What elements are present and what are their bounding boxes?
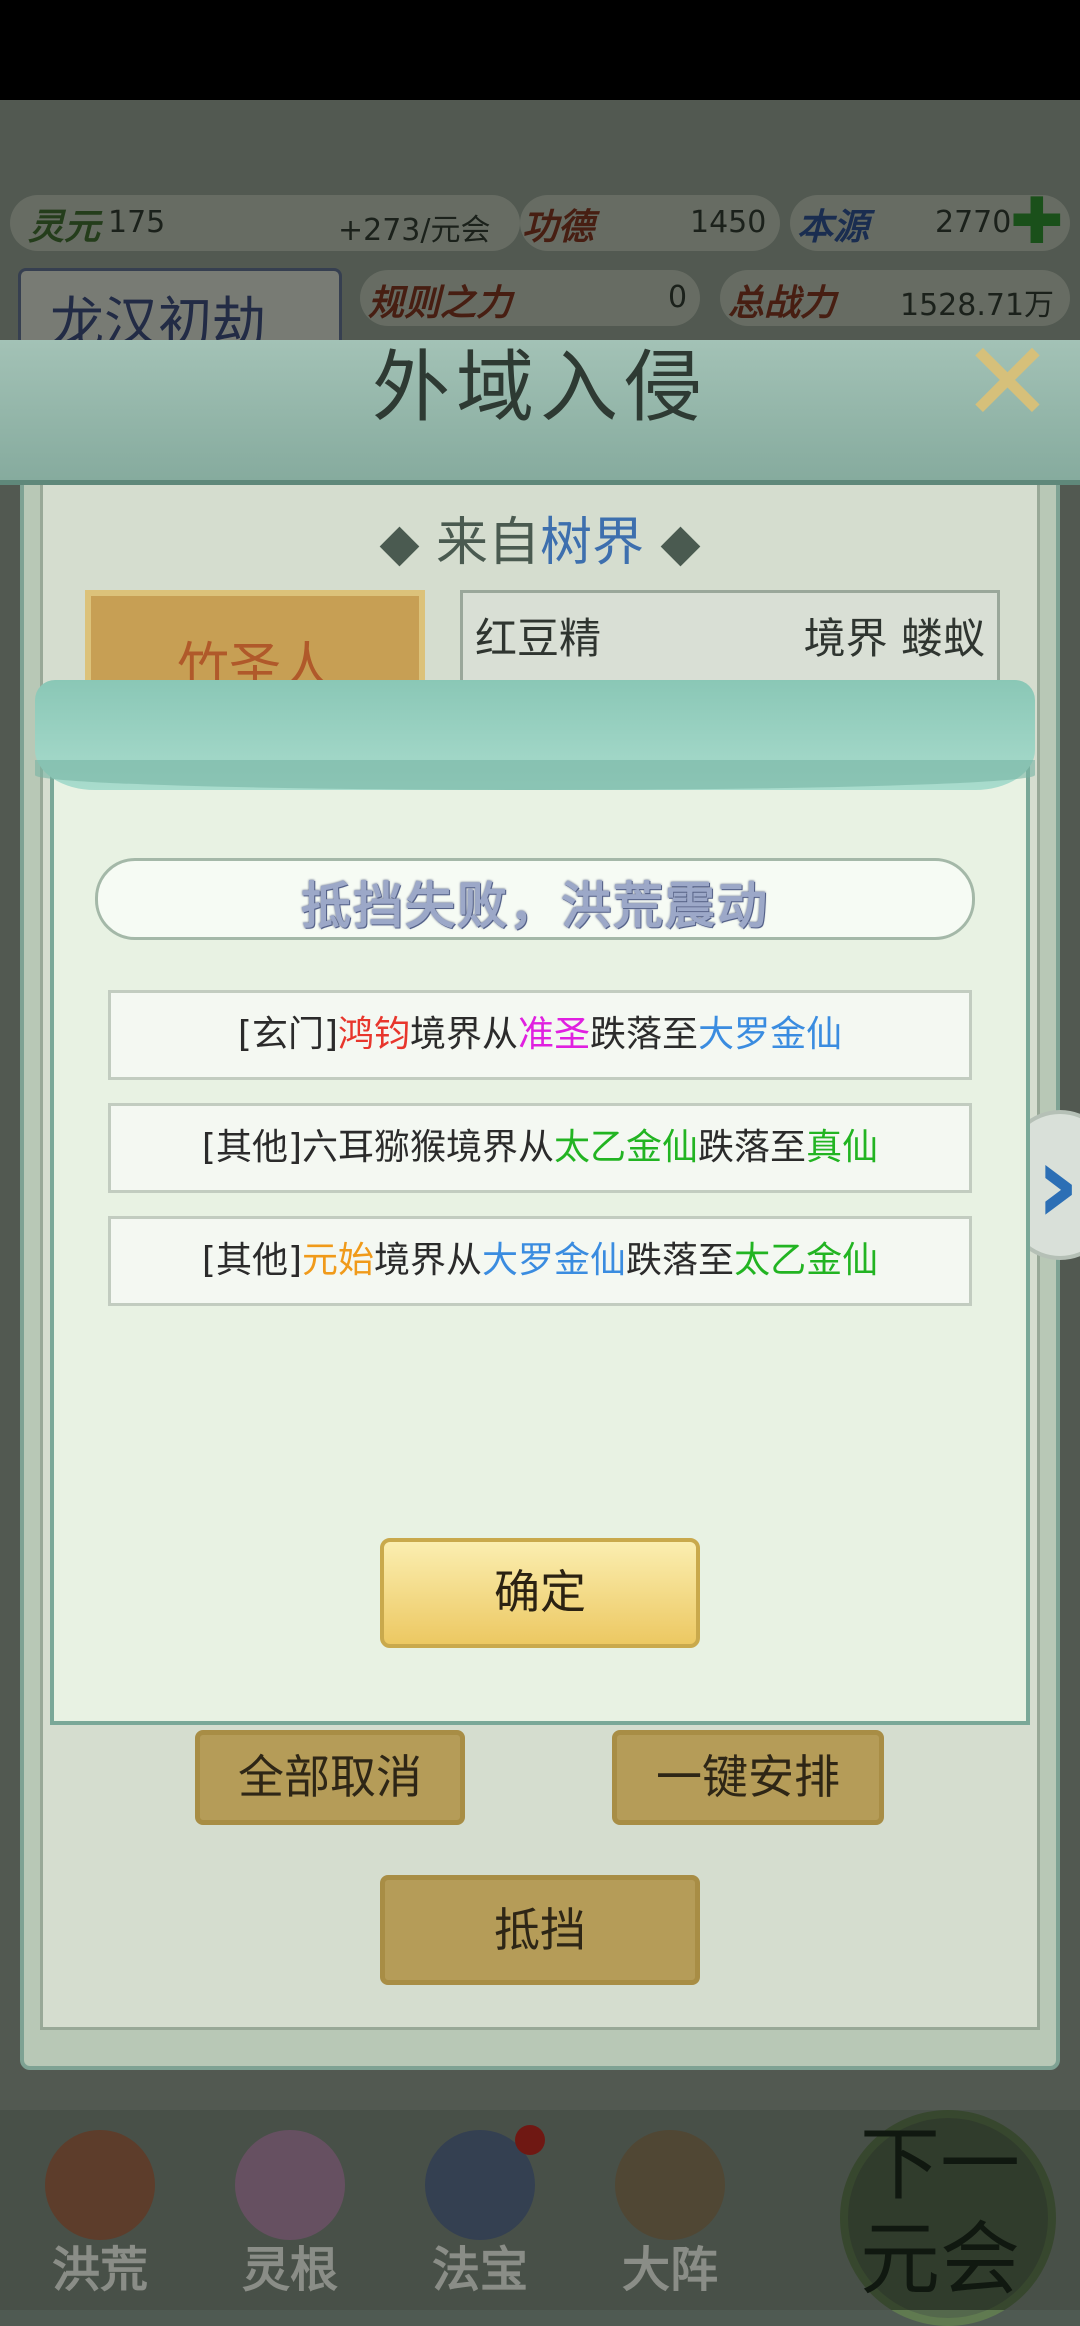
- result-entry: [玄门]鸿钧境界从准圣跌落至大罗金仙: [108, 990, 972, 1080]
- entry-mid: 境界从: [446, 1127, 555, 1168]
- entry-tag: [其他]: [201, 1127, 302, 1168]
- cancel-all-button[interactable]: 全部取消: [195, 1730, 465, 1825]
- dialog-wave-shadow: [35, 760, 1035, 790]
- entry-name: 鸿钧: [338, 1014, 411, 1055]
- entry-mid2: 跌落至: [590, 1014, 699, 1055]
- entry-to: 大罗金仙: [698, 1014, 843, 1055]
- entry-from: 准圣: [518, 1014, 591, 1055]
- result-entry: [其他]元始境界从大罗金仙跌落至太乙金仙: [108, 1216, 972, 1306]
- from-world: 树界: [540, 513, 645, 573]
- status-bar: [0, 0, 1080, 100]
- from-world-line: ◆ 来自树界 ◆: [0, 500, 1080, 575]
- chevron-right-icon: ›: [1035, 1120, 1080, 1248]
- entry-to: 太乙金仙: [734, 1240, 879, 1281]
- entry-mid: 境界从: [374, 1240, 483, 1281]
- entry-mid2: 跌落至: [698, 1127, 807, 1168]
- swirl-left-icon: ◆: [379, 513, 436, 573]
- from-prefix: 来自: [435, 513, 540, 573]
- entry-from: 大罗金仙: [482, 1240, 627, 1281]
- close-icon[interactable]: ✕: [960, 327, 1055, 437]
- auto-arrange-button[interactable]: 一键安排: [612, 1730, 884, 1825]
- enemy-name: 红豆精: [475, 614, 602, 663]
- entry-tag: [其他]: [201, 1240, 302, 1281]
- entry-to: 真仙: [806, 1127, 879, 1168]
- result-entry: [其他]六耳猕猴境界从太乙金仙跌落至真仙: [108, 1103, 972, 1193]
- confirm-button[interactable]: 确定: [380, 1538, 700, 1648]
- enemy-realm: 境界 蝼蚁: [803, 614, 985, 663]
- panel-title: 外域入侵: [371, 343, 708, 433]
- entry-mid2: 跌落至: [626, 1240, 735, 1281]
- swirl-right-icon: ◆: [644, 513, 701, 573]
- entry-name: 六耳猕猴: [302, 1127, 447, 1168]
- entry-mid: 境界从: [410, 1014, 519, 1055]
- entry-from: 太乙金仙: [554, 1127, 699, 1168]
- result-title: 抵挡失败，洪荒震动: [301, 877, 769, 935]
- resist-button[interactable]: 抵挡: [380, 1875, 700, 1985]
- entry-name: 元始: [302, 1240, 375, 1281]
- entry-tag: [玄门]: [237, 1014, 338, 1055]
